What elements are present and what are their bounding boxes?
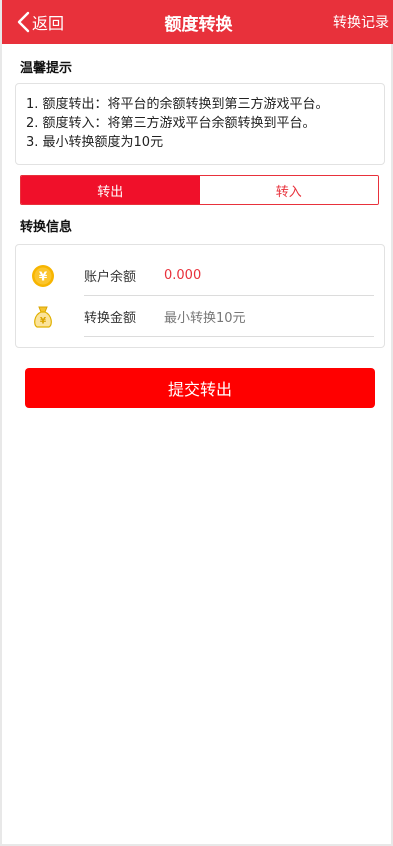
svg-text:¥: ¥ (39, 269, 48, 283)
back-label: 返回 (32, 14, 65, 33)
tip-item: 3. 最小转换额度为10元 (26, 135, 164, 150)
submit-transfer-out-button[interactable]: 提交转出 (25, 368, 375, 408)
tips-box: 1. 额度转出：将平台的余额转换到第三方游戏平台。 2. 额度转入：将第三方游戏… (15, 83, 385, 165)
divider (84, 336, 374, 337)
tab-transfer-in[interactable]: 转入 (199, 176, 378, 204)
balance-label: 账户余额 (84, 270, 137, 285)
balance-row: ¥ 账户余额 0.000 (30, 255, 374, 296)
tip-item: 2. 额度转入：将第三方游戏平台余额转换到平台。 (26, 116, 316, 131)
amount-input[interactable]: 最小转换10元 (164, 307, 246, 326)
tips-title: 温馨提示 (20, 61, 73, 76)
balance-value: 0.000 (164, 268, 202, 283)
transfer-info-title: 转换信息 (20, 220, 73, 235)
transfer-records-link[interactable]: 转换记录 (333, 0, 389, 44)
chevron-left-icon (17, 11, 30, 33)
back-button[interactable]: 返回 (16, 0, 64, 44)
tab-transfer-out[interactable]: 转出 (21, 176, 200, 204)
amount-label: 转换金额 (84, 311, 137, 326)
transfer-direction-tabs: 转出 转入 (20, 175, 379, 205)
svg-text:¥: ¥ (40, 316, 47, 326)
top-nav-bar: 返回 额度转换 转换记录 (2, 0, 393, 44)
amount-row: ¥ 转换金额 最小转换10元 (30, 296, 374, 337)
money-bag-icon: ¥ (30, 304, 56, 330)
transfer-info-box: ¥ 账户余额 0.000 ¥ 转换金额 最小转换10元 (15, 244, 385, 348)
yen-coin-icon: ¥ (30, 263, 56, 289)
tip-item: 1. 额度转出：将平台的余额转换到第三方游戏平台。 (26, 97, 329, 112)
page-frame: 返回 额度转换 转换记录 温馨提示 1. 额度转出：将平台的余额转换到第三方游戏… (0, 0, 393, 846)
